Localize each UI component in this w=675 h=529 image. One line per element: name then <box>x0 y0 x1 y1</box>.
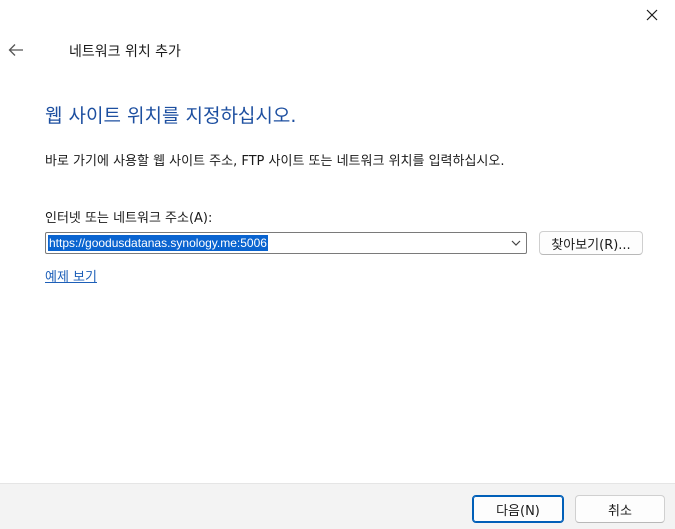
back-button[interactable] <box>4 38 28 62</box>
browse-button[interactable]: 찾아보기(R)... <box>539 231 643 255</box>
cancel-button[interactable]: 취소 <box>575 495 665 523</box>
close-button[interactable] <box>629 0 675 30</box>
instruction-text: 바로 가기에 사용할 웹 사이트 주소, FTP 사이트 또는 네트워크 위치를… <box>45 154 505 169</box>
back-arrow-icon <box>8 44 23 56</box>
view-examples-link[interactable]: 예제 보기 <box>45 266 97 285</box>
chevron-down-icon[interactable] <box>510 237 522 249</box>
footer-bar: 다음(N) 취소 <box>0 483 675 529</box>
close-icon <box>646 9 658 21</box>
address-combobox[interactable]: https://goodusdatanas.synology.me:5006 <box>45 232 527 254</box>
wizard-title: 네트워크 위치 추가 <box>69 44 181 60</box>
page-heading: 웹 사이트 위치를 지정하십시오. <box>45 105 297 127</box>
address-input[interactable]: https://goodusdatanas.synology.me:5006 <box>48 235 268 251</box>
next-button[interactable]: 다음(N) <box>472 495 564 523</box>
address-label: 인터넷 또는 네트워크 주소(A): <box>45 211 213 226</box>
